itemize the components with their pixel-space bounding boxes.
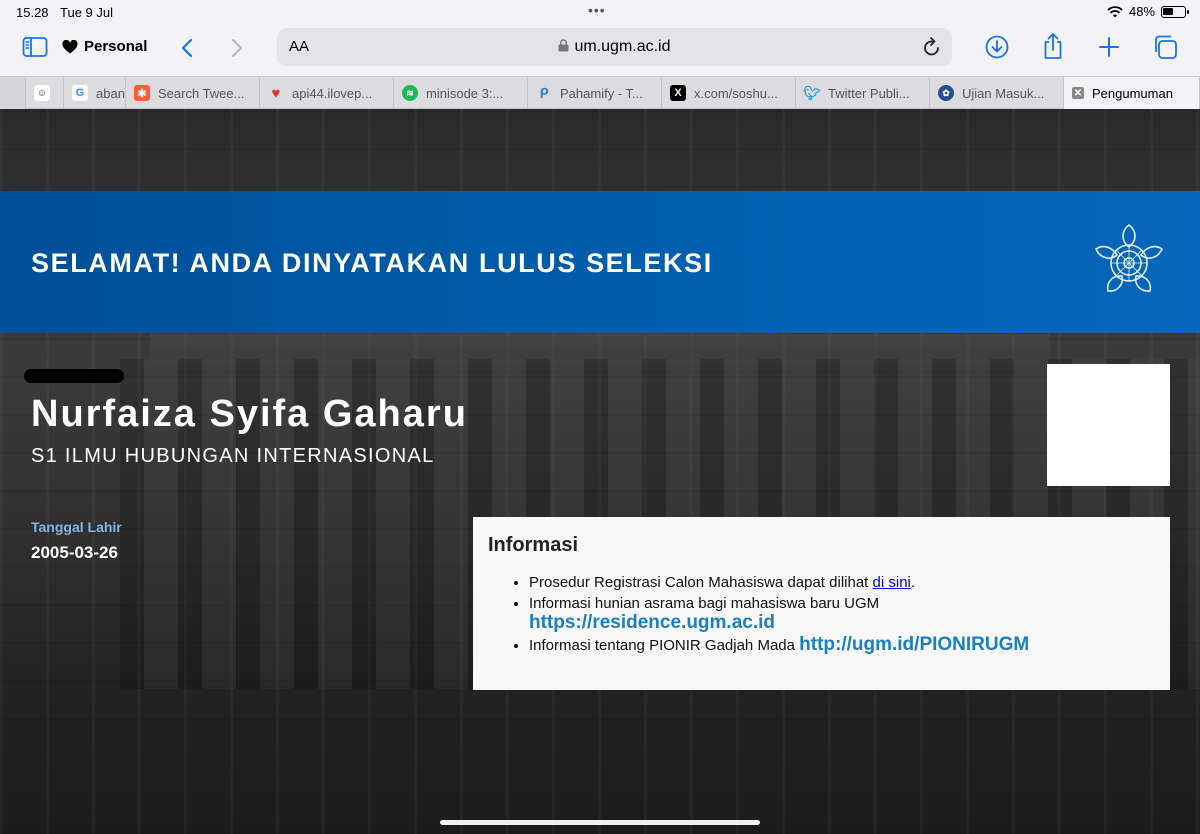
wifi-icon xyxy=(1107,5,1123,17)
tab-search-tweets[interactable]: ✱ Search Twee... xyxy=(126,77,260,109)
home-indicator[interactable] xyxy=(440,820,760,825)
reload-icon[interactable] xyxy=(922,36,942,58)
info-title: Informasi xyxy=(488,534,579,556)
tab-label: Search Twee... xyxy=(158,85,245,101)
status-date: Tue 9 Jul xyxy=(60,5,113,20)
item-end: . xyxy=(910,574,916,591)
close-icon[interactable]: ✕ xyxy=(1072,87,1084,99)
tab-bar: ☺ G aban ✱ Search Twee... ♥ api44.ilovep… xyxy=(0,76,1200,109)
list-item: Prosedur Registrasi Calon Mahasiswa dapa… xyxy=(529,573,1149,592)
info-panel: Informasi Prosedur Registrasi Calon Maha… xyxy=(473,517,1170,690)
x-icon: X xyxy=(670,85,686,101)
status-time: 15.28 xyxy=(16,5,49,20)
spotify-icon: ≋ xyxy=(402,85,418,101)
pionir-link[interactable]: http://ugm.id/PIONIRUGM xyxy=(799,634,1029,655)
tab-label: Ujian Masuk... xyxy=(962,85,1045,101)
heart-icon xyxy=(62,39,78,53)
forward-button[interactable] xyxy=(230,38,244,58)
result-banner: SELAMAT! ANDA DINYATAKAN LULUS SELEKSI xyxy=(0,191,1200,333)
info-list: Prosedur Registrasi Calon Mahasiswa dapa… xyxy=(529,573,1149,657)
tab-x[interactable]: X x.com/soshu... xyxy=(662,77,796,109)
tab-label: Twitter Publi... xyxy=(828,85,910,101)
tab-edge xyxy=(0,77,26,109)
dob-value: 2005-03-26 xyxy=(31,543,118,562)
url-text: um.ugm.ac.id xyxy=(574,38,671,55)
registration-link[interactable]: di sini xyxy=(873,574,911,591)
pahamify-icon: ᑭ xyxy=(539,84,549,101)
lock-icon xyxy=(558,39,569,52)
page-content: SELAMAT! ANDA DINYATAKAN LULUS SELEKSI N… xyxy=(0,109,1200,834)
redaction-mark xyxy=(24,369,124,383)
dob-label: Tanggal Lahir xyxy=(31,519,122,535)
tab-ujian-masuk[interactable]: ✿ Ujian Masuk... xyxy=(930,77,1064,109)
share-icon[interactable] xyxy=(1042,32,1064,60)
item-text: Prosedur Registrasi Calon Mahasiswa dapa… xyxy=(529,574,873,591)
google-icon: G xyxy=(72,85,88,101)
heart-icon: ♥ xyxy=(271,84,281,102)
tab-label: Pengumuman xyxy=(1092,85,1173,101)
status-bar: 15.28 Tue 9 Jul ••• 48% xyxy=(0,0,1200,24)
url-field[interactable]: um.ugm.ac.id xyxy=(277,38,952,56)
student-photo xyxy=(1047,364,1170,486)
list-item: Informasi tentang PIONIR Gadjah Mada htt… xyxy=(529,635,1149,655)
downloads-icon[interactable] xyxy=(985,35,1009,59)
residence-link[interactable]: https://residence.ugm.ac.id xyxy=(529,612,775,633)
multitask-dots-icon[interactable]: ••• xyxy=(588,2,606,18)
tab-google[interactable]: G aban xyxy=(64,77,126,109)
item-text: Informasi tentang PIONIR Gadjah Mada xyxy=(529,637,800,654)
profile-button[interactable]: Personal xyxy=(62,38,147,55)
sidebar-icon[interactable] xyxy=(22,36,48,58)
tab-label: Pahamify - T... xyxy=(560,85,643,101)
address-bar[interactable]: AA um.ugm.ac.id xyxy=(277,28,952,66)
avatar-icon: ☺ xyxy=(34,85,50,101)
battery-percent: 48% xyxy=(1128,4,1155,19)
browser-toolbar: Personal AA um.ugm.ac.id xyxy=(0,24,1200,76)
back-button[interactable] xyxy=(180,38,194,58)
tab-overview-icon[interactable] xyxy=(1152,34,1178,60)
item-text: Informasi hunian asrama bagi mahasiswa b… xyxy=(529,595,880,612)
tab-pahamify[interactable]: ᑭ Pahamify - T... xyxy=(528,77,662,109)
result-title: SELAMAT! ANDA DINYATAKAN LULUS SELEKSI xyxy=(31,248,713,278)
hubspot-icon: ✱ xyxy=(134,85,150,101)
student-name: Nurfaiza Syifa Gaharu xyxy=(31,393,468,435)
new-tab-icon[interactable] xyxy=(1098,36,1120,58)
study-program: S1 ILMU HUBUNGAN INTERNASIONAL xyxy=(31,445,435,467)
profile-label: Personal xyxy=(84,38,148,55)
tab-spotify[interactable]: ≋ minisode 3:... xyxy=(394,77,528,109)
ugm-seal-icon xyxy=(1095,223,1163,292)
list-item: Informasi hunian asrama bagi mahasiswa b… xyxy=(529,594,1149,633)
tab-pengumuman[interactable]: ✕ Pengumuman xyxy=(1064,77,1200,109)
tab-label: aban xyxy=(96,85,125,101)
battery-icon xyxy=(1161,5,1189,18)
twitter-icon: 🐦︎ xyxy=(803,84,821,101)
tab-ilovepdf[interactable]: ♥ api44.ilovep... xyxy=(260,77,394,109)
tab-pinned[interactable]: ☺ xyxy=(26,77,64,109)
tab-label: api44.ilovep... xyxy=(292,85,373,101)
tab-label: minisode 3:... xyxy=(426,85,504,101)
ugm-seal-icon: ✿ xyxy=(938,85,954,101)
tab-twitter[interactable]: 🐦︎ Twitter Publi... xyxy=(796,77,930,109)
tab-label: x.com/soshu... xyxy=(694,85,778,101)
